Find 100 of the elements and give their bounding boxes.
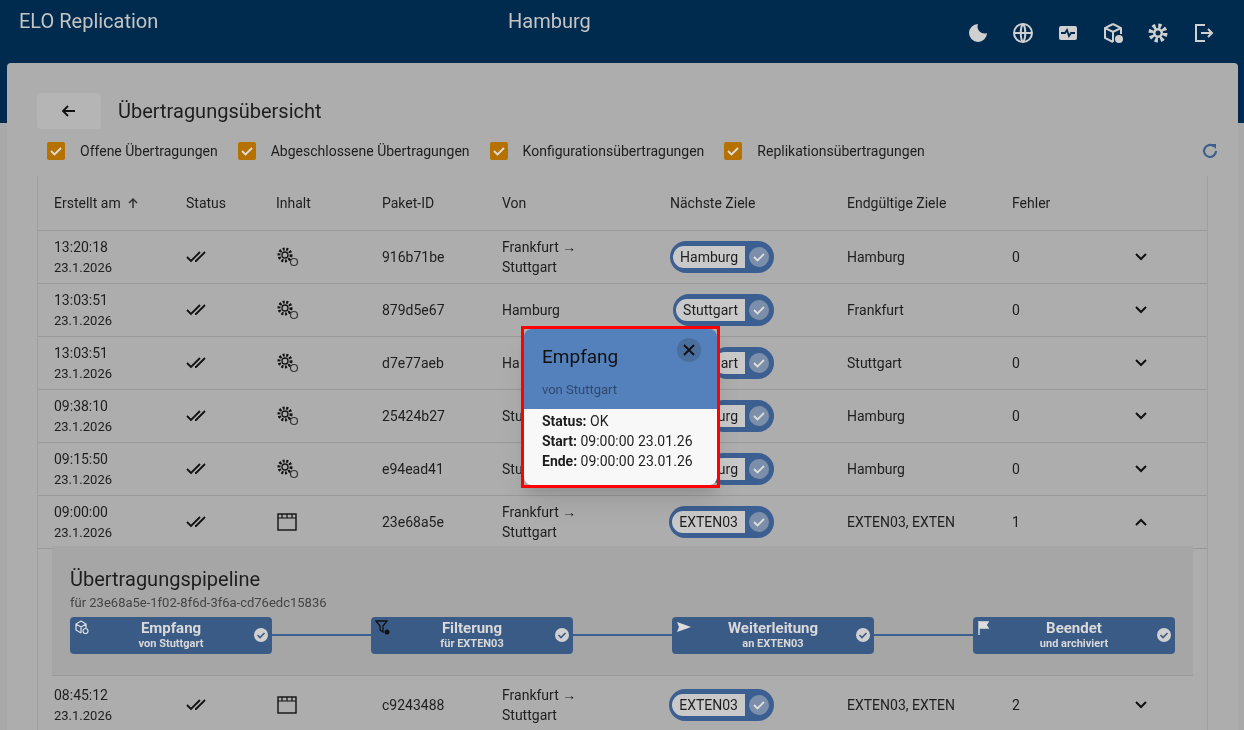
column-header: Status: [186, 193, 227, 213]
popover-subtitle: von Stuttgart: [542, 380, 618, 399]
check-circle-icon: [855, 626, 871, 643]
pipeline-title: Übertragungspipeline: [70, 566, 262, 592]
check-circle-icon: [554, 626, 570, 643]
next-target-chip[interactable]: EXTEN03: [669, 689, 774, 721]
check-circle-icon: [747, 693, 771, 717]
package-id: 23e68a5e: [382, 513, 444, 530]
check-circle-icon: [747, 510, 771, 534]
check-circle-icon: [253, 626, 269, 643]
stage-subtitle: für EXTEN03: [440, 637, 504, 650]
error-count: 0: [1012, 301, 1020, 318]
final-targets: EXTEN03, EXTEN: [847, 513, 956, 530]
refresh-icon[interactable]: [1200, 141, 1220, 161]
chevron-down-icon[interactable]: [1134, 700, 1148, 710]
column-header: Inhalt: [276, 193, 311, 213]
close-button[interactable]: [677, 338, 701, 362]
package-id: 25424b27: [382, 407, 445, 424]
source-route: Frankfurt → Stuttgart: [502, 503, 578, 542]
stage-title: Filterung: [441, 620, 503, 637]
error-count: 0: [1012, 407, 1020, 424]
check-icon: [491, 144, 506, 158]
globe-icon[interactable]: [1011, 21, 1035, 45]
created-date: 23.1.2026: [54, 523, 113, 542]
gears-icon: [276, 352, 300, 374]
column-header: Fehler: [1012, 193, 1051, 213]
source-route: Frankfurt → Stuttgart: [502, 686, 578, 725]
gears-icon: [276, 405, 300, 427]
filter-checkbox[interactable]: [489, 142, 508, 160]
stage-subtitle: und archiviert: [1039, 637, 1109, 650]
error-count: 0: [1012, 460, 1020, 477]
package-id: 916b71be: [382, 248, 445, 265]
final-targets: Hamburg: [847, 248, 905, 265]
next-target-chip[interactable]: Stuttgart: [673, 294, 774, 326]
created-date: 23.1.2026: [54, 364, 113, 383]
check-icon: [726, 144, 741, 158]
check-circle-icon: [747, 404, 771, 428]
popover-title: Empfang: [542, 344, 619, 370]
created-date: 23.1.2026: [54, 417, 113, 436]
created-time: 09:38:10: [54, 396, 109, 416]
sort-up-icon[interactable]: [126, 197, 139, 209]
stage-subtitle: an EXTEN03: [742, 637, 804, 650]
page-title: Übertragungsübersicht: [118, 98, 322, 125]
filter-checkbox[interactable]: [47, 142, 65, 160]
final-targets: Stuttgart: [847, 354, 902, 371]
error-count: 0: [1012, 354, 1020, 371]
chevron-down-icon[interactable]: [1134, 252, 1148, 262]
package-id: c9243488: [382, 696, 445, 713]
stage-title: Empfang: [140, 620, 202, 637]
window-icon: [276, 695, 298, 715]
pipeline-stage[interactable]: Weiterleitung an EXTEN03: [672, 616, 874, 654]
gears-icon: [276, 458, 300, 480]
check-circle-icon: [747, 245, 771, 269]
pipeline-subtitle: für 23e68a5e-1f02-8f6d-3f6a-cd76edc15836: [70, 594, 328, 612]
filter-checkbox[interactable]: [724, 142, 743, 160]
package-id: 879d5e67: [382, 301, 445, 318]
chevron-up-icon[interactable]: [1134, 517, 1148, 527]
check-icon: [239, 144, 254, 158]
filter-label: Replikationsübertragungen: [757, 141, 925, 161]
close-icon: [682, 343, 696, 357]
filter-checkbox[interactable]: [237, 142, 256, 160]
created-time: 13:20:18: [54, 237, 109, 257]
pipeline-stage[interactable]: Empfang von Stuttgart: [70, 616, 272, 654]
next-target-chip[interactable]: Hamburg: [670, 241, 774, 273]
final-targets: Frankfurt: [847, 301, 904, 318]
next-target-chip[interactable]: EXTEN03: [669, 506, 774, 538]
source-route: Ha: [502, 354, 520, 373]
filter-label: Abgeschlossene Übertragungen: [270, 141, 470, 161]
column-header: Von: [502, 193, 527, 213]
popover-detail: Ende: 09:00:00 23.01.26: [542, 452, 694, 471]
chevron-down-icon[interactable]: [1134, 358, 1148, 368]
error-count: 1: [1012, 513, 1020, 530]
created-time: 13:03:51: [54, 290, 109, 310]
window-icon: [276, 512, 298, 532]
package-icon: [74, 619, 90, 636]
back-button[interactable]: [37, 93, 101, 129]
column-header[interactable]: Erstellt am: [54, 192, 121, 214]
app-title: ELO Replication: [19, 8, 160, 35]
created-date: 23.1.2026: [54, 311, 113, 330]
moon-icon[interactable]: [966, 21, 990, 45]
pipeline-stage[interactable]: Beendet und archiviert: [973, 616, 1175, 654]
created-time: 09:15:50: [54, 449, 109, 469]
chevron-down-icon[interactable]: [1134, 411, 1148, 421]
pipeline-stage[interactable]: Filterung für EXTEN03: [371, 616, 573, 654]
error-count: 2: [1012, 696, 1020, 713]
stage-subtitle: von Stuttgart: [138, 637, 204, 650]
check-circle-icon: [747, 351, 771, 375]
chevron-down-icon[interactable]: [1134, 305, 1148, 315]
chevron-down-icon[interactable]: [1134, 464, 1148, 474]
created-date: 23.1.2026: [54, 470, 113, 489]
filter-label: Offene Übertragungen: [80, 141, 218, 161]
popover-detail: Start: 09:00:00 23.01.26: [542, 432, 694, 451]
package-id: d7e77aeb: [382, 354, 444, 371]
check-circle-icon: [747, 457, 771, 481]
final-targets: EXTEN03, EXTEN: [847, 696, 956, 713]
column-header: Nächste Ziele: [670, 193, 756, 213]
back-arrow-icon: [61, 103, 77, 119]
source-route: Hamburg: [502, 301, 560, 320]
check-icon: [49, 144, 63, 158]
created-time: 13:03:51: [54, 343, 109, 363]
